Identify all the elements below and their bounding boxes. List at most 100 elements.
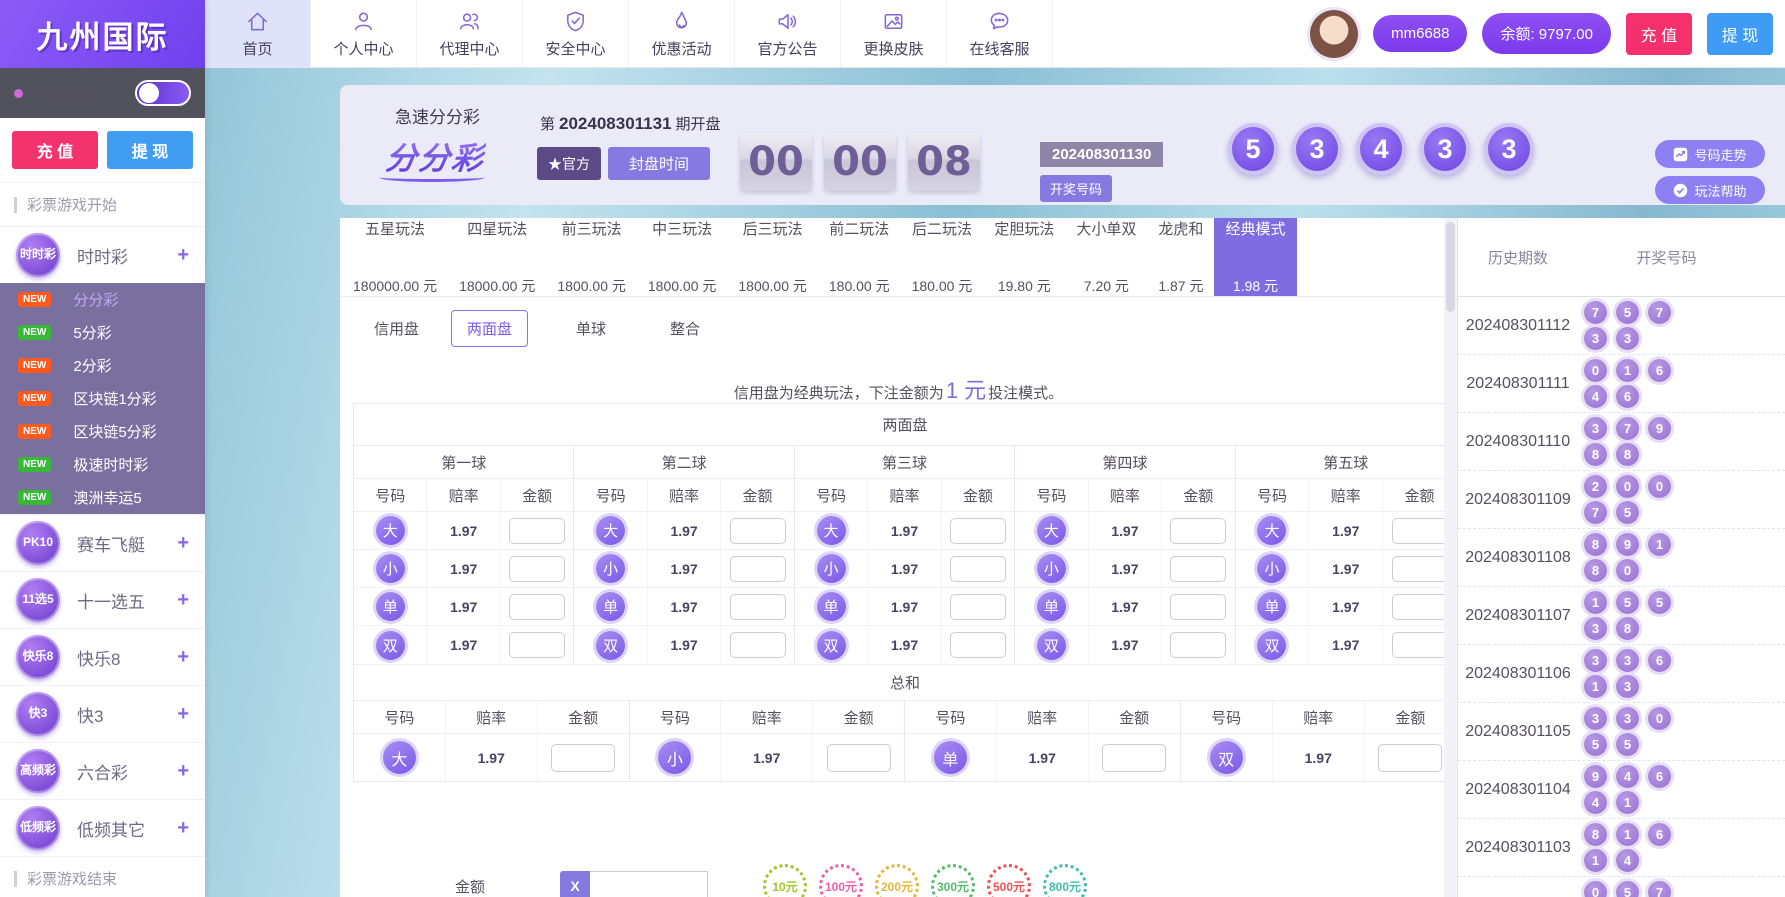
bet-option-badge[interactable]: 双 — [596, 630, 626, 660]
amount-chip[interactable]: 10元 — [763, 864, 808, 897]
bet-option-badge[interactable]: 小 — [596, 554, 626, 583]
bet-option-badge[interactable]: 双 — [816, 630, 846, 660]
nav-item-security-center[interactable]: 安全中心 — [523, 0, 629, 67]
bet-option-badge[interactable]: 小 — [658, 741, 692, 774]
sidebar-category[interactable]: 快乐8 快乐8 + — [0, 628, 205, 685]
play-type-tab[interactable]: 后三玩法 1800.00 元 — [727, 218, 818, 296]
bet-amount-input[interactable] — [1391, 632, 1448, 658]
recharge-button[interactable]: 充 值 — [1626, 12, 1692, 55]
amount-chip[interactable]: 300元 — [931, 864, 976, 897]
play-type-tab[interactable]: 前二玩法 180.00 元 — [818, 218, 901, 296]
play-type-tab[interactable]: 前三玩法 1800.00 元 — [546, 218, 637, 296]
bet-amount-input[interactable] — [1391, 593, 1448, 620]
sidebar-subitem[interactable]: NEW 区块链1分彩 — [0, 382, 205, 415]
bet-amount-input[interactable] — [949, 517, 1006, 544]
bet-option-badge[interactable]: 大 — [596, 516, 626, 545]
bet-amount-input[interactable] — [1170, 632, 1227, 658]
sidebar-subitem[interactable]: NEW 区块链5分彩 — [0, 415, 205, 448]
quick-amount-input[interactable] — [590, 871, 709, 897]
bet-amount-input[interactable] — [729, 632, 786, 658]
nav-item-announcements[interactable]: 官方公告 — [735, 0, 841, 67]
bet-amount-input[interactable] — [1102, 743, 1167, 772]
brand-logo[interactable]: 九州国际 — [0, 0, 205, 68]
withdraw-button[interactable]: 提 现 — [1707, 12, 1773, 55]
bet-amount-input[interactable] — [729, 555, 786, 582]
bet-amount-input[interactable] — [826, 743, 891, 772]
mode-option-button[interactable]: 单球 — [560, 310, 622, 347]
nav-item-change-skin[interactable]: 更换皮肤 — [841, 0, 947, 67]
amount-chip[interactable]: 200元 — [875, 864, 920, 897]
sidebar-category[interactable]: 低频彩 低频其它 + — [0, 799, 205, 856]
play-type-tab[interactable]: 经典模式 1.98 元 — [1214, 218, 1297, 296]
sidebar-category[interactable]: 高频彩 六合彩 + — [0, 742, 205, 799]
sidebar-category[interactable]: 快3 快3 + — [0, 685, 205, 742]
nav-item-personal-center[interactable]: 个人中心 — [311, 0, 417, 67]
bet-option-badge[interactable]: 双 — [375, 630, 405, 660]
bet-option-badge[interactable]: 大 — [382, 741, 416, 774]
nav-item-online-service[interactable]: 在线客服 — [947, 0, 1053, 67]
play-type-tab[interactable]: 定胆玩法 19.80 元 — [983, 218, 1065, 296]
bet-amount-input[interactable] — [509, 593, 566, 620]
seal-time-button[interactable]: 封盘时间 — [608, 147, 710, 180]
bet-amount-input[interactable] — [949, 593, 1006, 620]
sidebar-recharge-button[interactable]: 充 值 — [12, 131, 98, 169]
bet-option-badge[interactable]: 大 — [816, 516, 846, 545]
play-type-tab[interactable]: 五星玩法 180000.00 元 — [342, 218, 448, 296]
bet-option-badge[interactable]: 小 — [1257, 554, 1287, 583]
bet-amount-input[interactable] — [1170, 517, 1227, 544]
nav-item-agent-center[interactable]: 代理中心 — [417, 0, 523, 67]
bet-option-badge[interactable]: 大 — [375, 516, 405, 545]
play-type-tab[interactable]: 大小单双 7.20 元 — [1065, 218, 1147, 296]
bet-amount-input[interactable] — [729, 517, 786, 544]
sidebar-withdraw-button[interactable]: 提 现 — [107, 131, 193, 169]
number-trend-button[interactable]: 号码走势 — [1655, 140, 1765, 168]
bet-option-badge[interactable]: 小 — [816, 554, 846, 583]
sidebar-category-shishicai[interactable]: 时时彩 时时彩 + — [0, 226, 205, 283]
bet-amount-input[interactable] — [1391, 555, 1448, 582]
bet-option-badge[interactable]: 双 — [1209, 741, 1243, 774]
bet-amount-input[interactable] — [1391, 517, 1448, 544]
play-type-tab[interactable]: 龙虎和 1.87 元 — [1147, 218, 1214, 296]
mode-option-button[interactable]: 两面盘 — [451, 309, 529, 347]
sidebar-subitem[interactable]: NEW 5分彩 — [0, 316, 205, 349]
sidebar-category[interactable]: 11选5 十一选五 + — [0, 571, 205, 628]
scrollbar-thumb[interactable] — [1446, 222, 1455, 312]
avatar[interactable] — [1310, 9, 1359, 58]
bet-amount-input[interactable] — [949, 632, 1006, 658]
bet-option-badge[interactable]: 单 — [375, 592, 405, 621]
bet-amount-input[interactable] — [551, 743, 616, 772]
bet-option-badge[interactable]: 单 — [596, 592, 626, 621]
bet-option-badge[interactable]: 单 — [1257, 592, 1287, 621]
nav-item-home[interactable]: 首页 — [205, 0, 311, 67]
bet-option-badge[interactable]: 单 — [816, 592, 846, 621]
bet-option-badge[interactable]: 双 — [1036, 630, 1066, 660]
bet-amount-input[interactable] — [1170, 593, 1227, 620]
bet-option-badge[interactable]: 小 — [375, 554, 405, 583]
play-type-tab[interactable]: 四星玩法 18000.00 元 — [448, 218, 546, 296]
bet-option-badge[interactable]: 大 — [1036, 516, 1066, 545]
bet-option-badge[interactable]: 大 — [1257, 516, 1287, 545]
sidebar-subitem[interactable]: NEW 分分彩 — [0, 283, 205, 316]
bet-amount-input[interactable] — [729, 593, 786, 620]
bet-amount-input[interactable] — [509, 555, 566, 582]
bet-option-badge[interactable]: 单 — [1036, 592, 1066, 621]
bet-amount-input[interactable] — [949, 555, 1006, 582]
bet-option-badge[interactable]: 单 — [933, 741, 967, 774]
bet-amount-input[interactable] — [1170, 555, 1227, 582]
amount-chip[interactable]: 100元 — [819, 864, 864, 897]
bet-amount-input[interactable] — [1378, 743, 1443, 772]
draw-number-button[interactable]: 开奖号码 — [1040, 175, 1112, 202]
play-help-button[interactable]: 玩法帮助 — [1655, 176, 1765, 204]
sidebar-subitem[interactable]: NEW 2分彩 — [0, 349, 205, 382]
sidebar-subitem[interactable]: NEW 极速时时彩 — [0, 448, 205, 481]
bet-option-badge[interactable]: 双 — [1257, 630, 1287, 660]
nav-item-promotions[interactable]: 优惠活动 — [629, 0, 735, 67]
play-type-tab[interactable]: 后二玩法 180.00 元 — [901, 218, 984, 296]
bet-amount-input[interactable] — [509, 517, 566, 544]
bet-amount-input[interactable] — [509, 632, 566, 658]
official-badge-button[interactable]: ★官方 — [537, 147, 601, 180]
sidebar-subitem[interactable]: NEW 澳洲幸运5 — [0, 481, 205, 514]
mode-option-button[interactable]: 整合 — [654, 310, 716, 347]
bet-option-badge[interactable]: 小 — [1036, 554, 1066, 583]
amount-chip[interactable]: 500元 — [987, 864, 1032, 897]
